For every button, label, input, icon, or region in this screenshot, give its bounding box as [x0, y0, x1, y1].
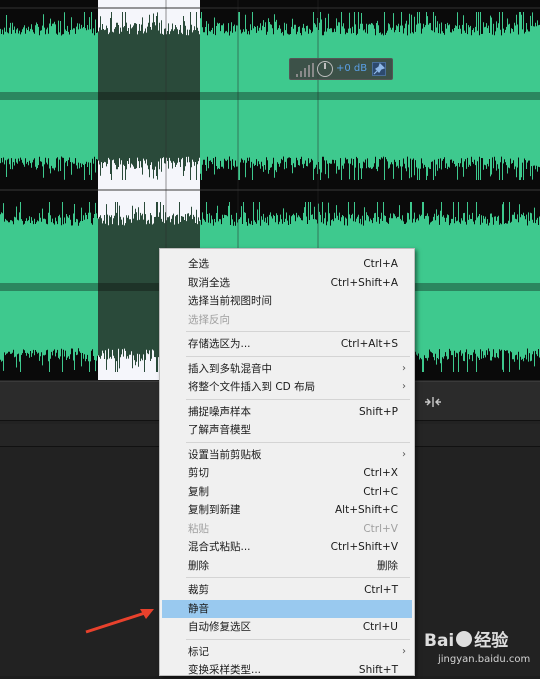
menu-item-label: 裁剪	[188, 584, 209, 596]
menu-separator	[186, 441, 410, 443]
menu-item-shortcut: 删除	[377, 559, 398, 572]
menu-item-label: 选择当前视图时间	[188, 295, 272, 307]
menu-item[interactable]: 插入到多轨混音中 ›	[162, 360, 412, 378]
menu-item[interactable]: 全选 Ctrl+A	[162, 255, 412, 273]
menu-item-shortcut: Ctrl+X	[363, 467, 398, 479]
menu-item[interactable]: 选择当前视图时间	[162, 292, 412, 310]
menu-item[interactable]: 复制 Ctrl+C	[162, 483, 412, 501]
menu-separator	[186, 398, 410, 400]
menu-item-shortcut: Ctrl+Shift+A	[330, 276, 398, 289]
menu-item-label: 剪切	[188, 467, 209, 479]
menu-item[interactable]: 取消全选 Ctrl+Shift+A	[162, 274, 412, 292]
menu-item-label: 静音	[188, 602, 209, 615]
baidu-watermark: Bai 经验 jingyan.baidu.com	[418, 618, 540, 676]
submenu-chevron-icon: ›	[402, 381, 406, 392]
menu-item[interactable]: 自动修复选区 Ctrl+U	[162, 618, 412, 636]
menu-item[interactable]: 变换采样类型... Shift+T	[162, 661, 412, 679]
menu-item-label: 全选	[188, 258, 209, 270]
menu-item-label: 存储选区为...	[188, 338, 251, 350]
menu-item-label: 删除	[188, 559, 209, 572]
baidu-logo: Bai 经验	[424, 631, 509, 651]
gain-readout: +0 dB	[336, 63, 368, 74]
menu-item[interactable]: 剪切 Ctrl+X	[162, 464, 412, 482]
menu-item-label: 粘贴	[188, 522, 209, 535]
menu-item[interactable]: 静音	[162, 599, 412, 618]
menu-item-label: 将整个文件插入到 CD 布局	[188, 381, 316, 393]
menu-item[interactable]: 捕捉噪声样本 Shift+P	[162, 403, 412, 421]
menu-item[interactable]: 复制到新建 Alt+Shift+C	[162, 501, 412, 519]
menu-item-label: 标记	[188, 645, 209, 658]
menu-separator	[186, 577, 410, 578]
submenu-chevron-icon: ›	[402, 448, 406, 460]
menu-item-shortcut: Shift+T	[358, 664, 398, 676]
menu-item-label: 自动修复选区	[188, 621, 251, 633]
menu-item[interactable]: 将整个文件插入到 CD 布局 ›	[162, 378, 412, 396]
hud-gain-control[interactable]: +0 dB	[289, 58, 393, 80]
menu-item-shortcut: Ctrl+V	[363, 522, 398, 535]
menu-separator	[186, 331, 410, 332]
context-menu: 全选 Ctrl+A 取消全选 Ctrl+Shift+A 选择当前视图时间 选择反向存储选区…	[159, 248, 415, 676]
menu-item-shortcut: Ctrl+U	[362, 621, 398, 633]
menu-item-label: 混合式粘贴...	[188, 541, 251, 553]
menu-item: 选择反向	[162, 311, 412, 329]
watermark-url: jingyan.baidu.com	[438, 654, 531, 665]
menu-item-label: 选择反向	[188, 313, 230, 326]
zoom-in-time-icon[interactable]	[424, 395, 442, 409]
menu-item-shortcut: Alt+Shift+C	[334, 504, 398, 516]
menu-item-shortcut: Ctrl+Shift+V	[330, 541, 398, 553]
menu-item-label: 变换采样类型...	[188, 664, 262, 676]
menu-item[interactable]: 混合式粘贴... Ctrl+Shift+V	[162, 538, 412, 556]
volume-knob-icon[interactable]	[317, 61, 333, 77]
submenu-chevron-icon: ›	[402, 362, 406, 374]
red-pointer-arrow	[85, 609, 154, 634]
menu-item-label: 插入到多轨混音中	[188, 362, 272, 375]
menu-item[interactable]: 删除 删除	[162, 557, 412, 575]
menu-item-shortcut: Shift+P	[359, 405, 398, 418]
menu-item-label: 取消全选	[188, 276, 230, 289]
menu-item-label: 复制到新建	[188, 504, 241, 516]
menu-item-shortcut: Ctrl+Alt+S	[340, 338, 398, 350]
menu-separator	[186, 638, 410, 640]
menu-item[interactable]: 了解声音模型	[162, 421, 412, 439]
pin-icon[interactable]	[372, 62, 386, 76]
menu-item[interactable]: 裁剪 Ctrl+T	[162, 581, 412, 599]
menu-item: 粘贴 Ctrl+V	[162, 520, 412, 538]
menu-item-label: 捕捉噪声样本	[188, 405, 251, 418]
menu-item-shortcut: Ctrl+T	[364, 584, 398, 596]
menu-item[interactable]: 存储选区为... Ctrl+Alt+S	[162, 335, 412, 353]
menu-item-shortcut: Ctrl+A	[363, 258, 398, 270]
menu-item-label: 复制	[188, 485, 209, 498]
menu-item-label: 设置当前剪贴板	[188, 448, 262, 461]
menu-item[interactable]: 标记 ›	[162, 643, 412, 661]
menu-item-shortcut: Ctrl+C	[363, 485, 398, 498]
submenu-chevron-icon: ›	[402, 645, 406, 657]
level-meter-icon	[296, 63, 314, 77]
menu-item-label: 了解声音模型	[188, 424, 251, 436]
menu-item[interactable]: 设置当前剪贴板 ›	[162, 446, 412, 464]
menu-separator	[186, 355, 410, 357]
